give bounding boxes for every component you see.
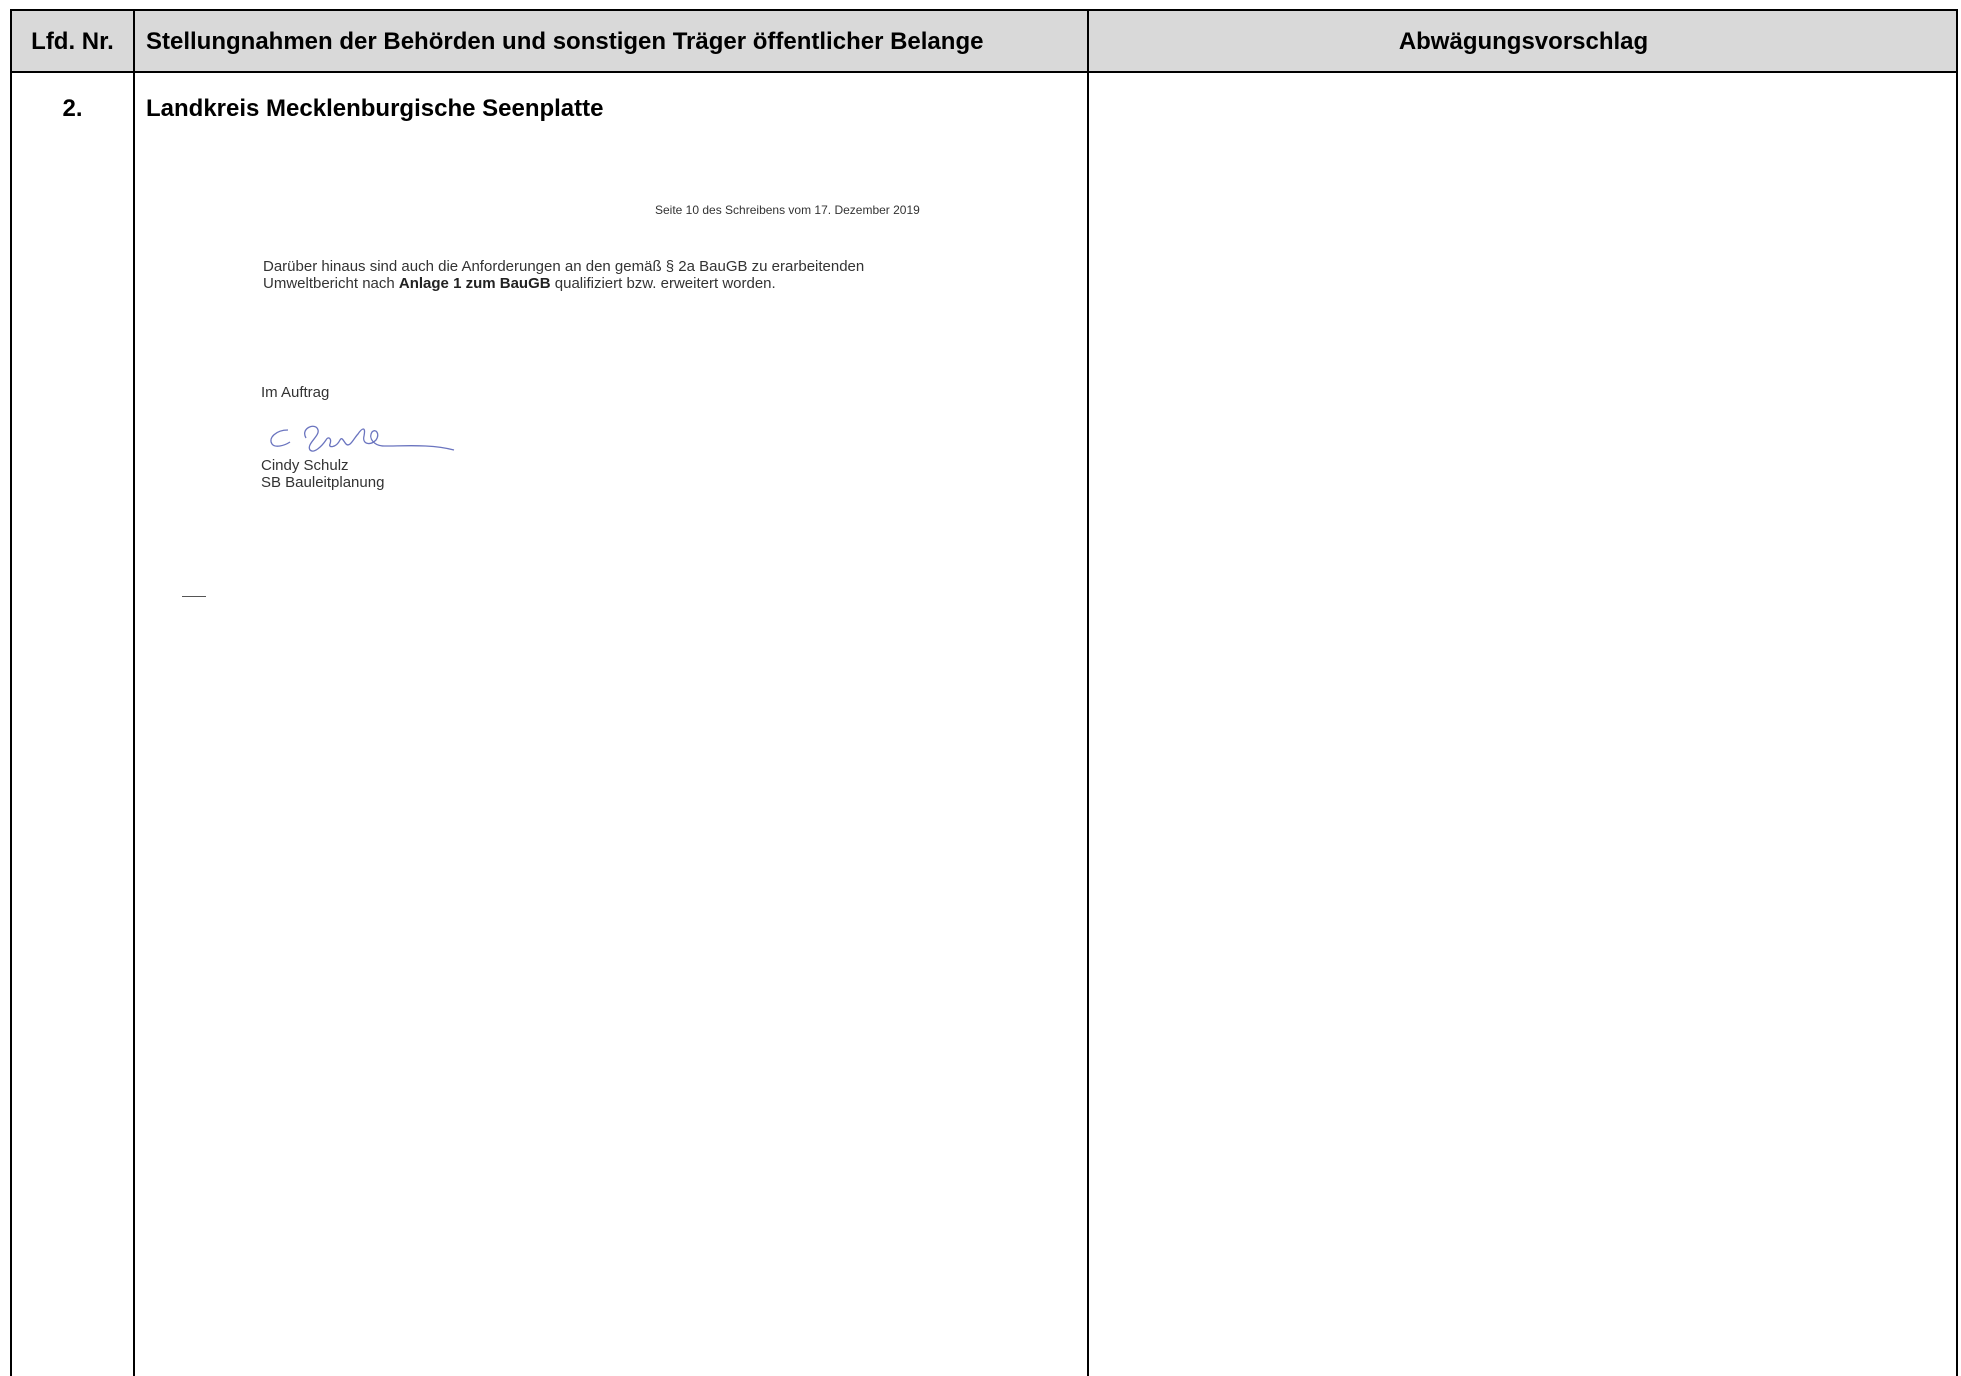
paragraph-line-2-prefix: Umweltbericht nach (263, 275, 399, 292)
letter-signer: Cindy Schulz SB Bauleitplanung (261, 457, 384, 491)
paragraph-line-2-bold: Anlage 1 zum BauGB (398, 275, 551, 292)
statement-table: Lfd. Nr. Stellungnahmen der Behörden und… (10, 9, 1958, 1376)
signer-title: SB Bauleitplanung (261, 474, 385, 491)
paragraph-line-1: Darüber hinaus sind auch die Anforderung… (263, 258, 865, 275)
column-divider-1 (133, 11, 135, 1376)
row-title: Landkreis Mecklenburgische Seenplatte (146, 95, 604, 122)
paragraph-line-2-suffix: qualifiziert bzw. erweitert worden. (550, 275, 776, 292)
header-lfd-nr: Lfd. Nr. (31, 28, 114, 55)
fold-mark (182, 596, 206, 597)
header-stellungnahmen: Stellungnahmen der Behörden und sonstige… (146, 28, 984, 55)
signer-name: Cindy Schulz (261, 457, 349, 474)
table-header: Lfd. Nr. Stellungnahmen der Behörden und… (12, 11, 1956, 73)
header-abwaegungsvorschlag: Abwägungsvorschlag (1398, 28, 1649, 55)
letter-closing: Im Auftrag (261, 384, 330, 401)
paragraph-line-2: Umweltbericht nach Anlage 1 zum BauGB qu… (263, 275, 864, 292)
column-divider-2 (1087, 11, 1089, 1376)
handwritten-signature (270, 425, 455, 452)
row-number: 2. (62, 95, 83, 122)
letter-paragraph: Darüber hinaus sind auch die Anforderung… (263, 258, 864, 292)
letter-page-reference: Seite 10 des Schreibens vom 17. Dezember… (655, 203, 920, 217)
